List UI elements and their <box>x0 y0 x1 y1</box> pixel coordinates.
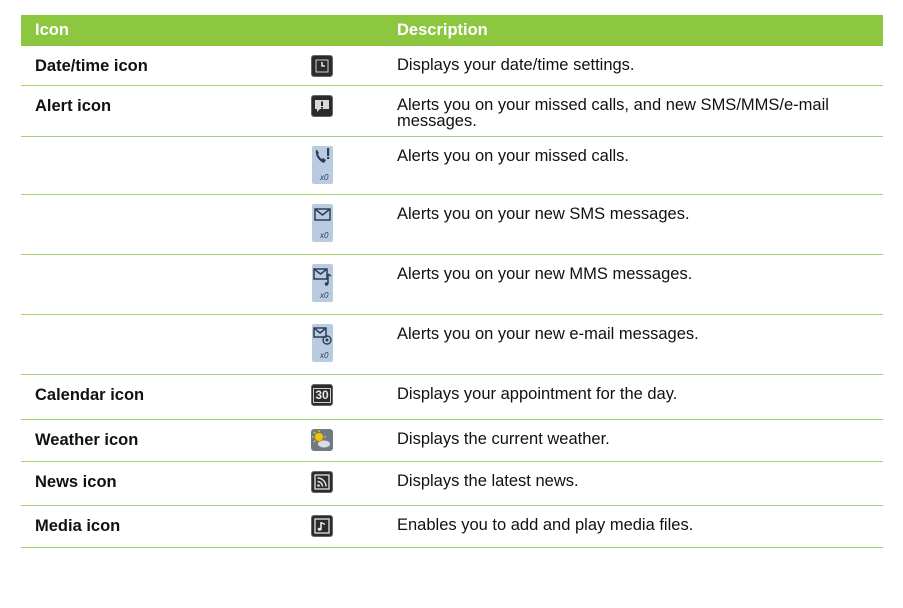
row-icon-cell <box>262 46 382 85</box>
table-row: Weather icon Displays the current weathe… <box>21 420 883 462</box>
header-description: Description <box>397 21 488 39</box>
row-name: Media icon <box>35 517 121 535</box>
table-row: x0 Alerts you on your new SMS messages. <box>21 195 883 255</box>
row-description: Displays your appointment for the day. <box>397 385 678 403</box>
clock-icon <box>311 55 333 77</box>
row-icon-cell: x0 <box>262 255 382 314</box>
row-description: Alerts you on your missed calls, and new… <box>397 96 829 130</box>
row-icon-cell: x0 <box>262 195 382 254</box>
row-name: Weather icon <box>35 431 139 449</box>
count-badge: x0 <box>320 351 329 360</box>
row-name: Alert icon <box>35 97 112 115</box>
count-badge: x0 <box>320 291 329 300</box>
table-row: x0 Alerts you on your new MMS messages. <box>21 255 883 315</box>
row-icon-cell <box>262 420 382 461</box>
table-row: x0 Alerts you on your new e-mail message… <box>21 315 883 375</box>
media-icon <box>311 515 333 537</box>
table-row: News icon Displays the latest news. <box>21 462 883 506</box>
row-icon-cell <box>262 506 382 547</box>
icon-table: Icon Description Date/time icon Displays… <box>21 15 883 548</box>
count-badge: x0 <box>320 231 329 240</box>
row-description: Alerts you on your new MMS messages. <box>397 265 693 283</box>
row-name <box>21 255 262 314</box>
table-row: x0 Alerts you on your missed calls. <box>21 137 883 195</box>
row-name <box>21 195 262 254</box>
row-name <box>21 315 262 374</box>
row-icon-cell <box>262 86 382 136</box>
weather-icon <box>311 429 333 451</box>
row-icon-cell: x0 <box>262 137 382 194</box>
row-description: Displays the current weather. <box>397 430 610 448</box>
row-name: News icon <box>35 473 117 491</box>
email-icon: x0 <box>311 324 333 362</box>
count-badge: x0 <box>320 173 329 182</box>
row-description: Alerts you on your missed calls. <box>397 147 630 165</box>
row-icon-cell <box>262 462 382 505</box>
table-row: Alert icon Alerts you on your missed cal… <box>21 86 883 137</box>
calendar-icon: 30 <box>311 384 333 406</box>
row-description: Displays the latest news. <box>397 472 579 490</box>
row-name <box>21 137 262 194</box>
row-name: Date/time icon <box>35 57 148 75</box>
table-row: Calendar icon 30 Displays your appointme… <box>21 375 883 420</box>
sms-icon: x0 <box>311 204 333 242</box>
rss-icon <box>311 471 333 493</box>
row-description: Enables you to add and play media files. <box>397 516 694 534</box>
table-header: Icon Description <box>21 15 883 46</box>
table-row: Date/time icon Displays your date/time s… <box>21 46 883 86</box>
row-description: Alerts you on your new SMS messages. <box>397 205 690 223</box>
missed-call-icon: x0 <box>311 146 333 184</box>
alert-icon <box>311 95 333 117</box>
table-row: Media icon Enables you to add and play m… <box>21 506 883 548</box>
row-description: Displays your date/time settings. <box>397 56 635 74</box>
row-name: Calendar icon <box>35 386 145 404</box>
mms-icon: x0 <box>311 264 333 302</box>
row-description: Alerts you on your new e-mail messages. <box>397 325 699 343</box>
row-icon-cell: x0 <box>262 315 382 374</box>
calendar-icon-text: 30 <box>313 387 331 403</box>
header-icon: Icon <box>35 21 69 39</box>
row-icon-cell: 30 <box>262 375 382 419</box>
